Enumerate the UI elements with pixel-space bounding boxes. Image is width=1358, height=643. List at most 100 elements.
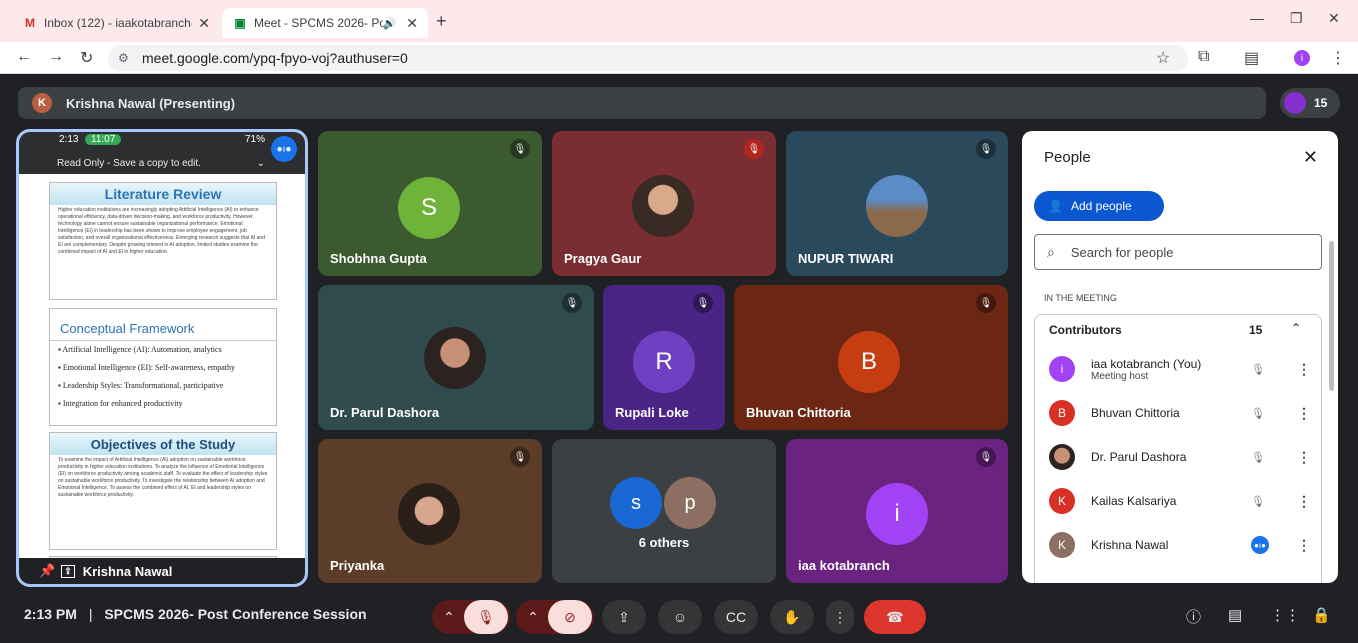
presenter-footer: 📌 ⇪ Krishna Nawal bbox=[19, 558, 305, 584]
add-person-icon: 👤 bbox=[1048, 199, 1063, 213]
others-tile[interactable]: s p 6 others bbox=[552, 439, 776, 583]
minimize-button[interactable]: — bbox=[1250, 10, 1264, 26]
avatar bbox=[398, 483, 460, 545]
participant-tile[interactable]: 🎙 Pragya Gaur bbox=[552, 131, 776, 276]
mic-control: ⌃ 🎙 bbox=[432, 600, 510, 634]
more-options-icon[interactable]: ⋮ bbox=[1297, 361, 1311, 378]
mic-off-icon[interactable]: 🎙 bbox=[1251, 363, 1265, 376]
avatar bbox=[632, 175, 694, 237]
more-options-icon[interactable]: ⋮ bbox=[1297, 405, 1311, 422]
mic-off-icon[interactable]: 🎙 bbox=[1251, 495, 1265, 508]
emoji-reaction-button[interactable]: ☺ bbox=[658, 600, 702, 634]
participant-row[interactable]: K Kailas Kalsariya 🎙 ⋮ bbox=[1049, 483, 1319, 519]
more-options-button[interactable]: ⋮ bbox=[826, 600, 854, 634]
close-icon[interactable]: ✕ bbox=[198, 15, 210, 32]
participant-tile[interactable]: B 🎙 Bhuvan Chittoria bbox=[734, 285, 1008, 430]
pin-icon[interactable]: 📌 bbox=[39, 563, 55, 579]
mic-toggle-button[interactable]: 🎙 bbox=[464, 600, 508, 634]
camera-options-chevron-icon[interactable]: ⌃ bbox=[518, 609, 548, 626]
url-field[interactable]: meet.google.com/ypq-fpyo-voj?authuser=0 bbox=[108, 45, 1188, 71]
meeting-title: SPCMS 2026- Post Conference Session bbox=[104, 606, 367, 622]
chat-icon[interactable]: ▤ bbox=[1228, 606, 1242, 624]
shared-screen[interactable]: 2:13 11:07 71% Read Only - Save a copy t… bbox=[16, 129, 308, 587]
mic-options-chevron-icon[interactable]: ⌃ bbox=[434, 609, 464, 626]
window-close-button[interactable]: ✕ bbox=[1328, 10, 1340, 27]
participant-name: NUPUR TIWARI bbox=[798, 251, 894, 266]
close-icon[interactable]: ✕ bbox=[406, 15, 418, 32]
section-label: IN THE MEETING bbox=[1044, 293, 1117, 303]
participant-name: Priyanka bbox=[330, 558, 385, 573]
bookmark-star-icon[interactable]: ☆ bbox=[1156, 48, 1170, 68]
reload-button[interactable]: ↻ bbox=[80, 48, 93, 68]
host-controls-icon[interactable]: 🔒 bbox=[1312, 606, 1331, 624]
participant-name: Kailas Kalsariya bbox=[1091, 494, 1177, 508]
participant-row[interactable]: i iaa kotabranch (You) Meeting host 🎙 ⋮ bbox=[1049, 347, 1319, 391]
add-people-button[interactable]: 👤 Add people bbox=[1034, 191, 1164, 221]
group-label: Contributors bbox=[1049, 323, 1122, 337]
camera-toggle-button[interactable]: ⊘ bbox=[548, 600, 592, 634]
participant-row[interactable]: K Krishna Nawal ●ı● ⋮ bbox=[1049, 527, 1319, 563]
presenter-label: Krishna Nawal (Presenting) bbox=[66, 95, 236, 111]
site-info-icon[interactable]: ⚙ bbox=[118, 51, 129, 65]
participant-tile[interactable]: 🎙 Priyanka bbox=[318, 439, 542, 583]
slide-bullet: ▪ Integration for enhanced productivity bbox=[58, 399, 183, 408]
group-count: 15 bbox=[1249, 323, 1263, 337]
reading-list-icon[interactable]: ▤ bbox=[1244, 48, 1259, 68]
participant-name: Krishna Nawal bbox=[1091, 538, 1169, 552]
participant-row[interactable]: Dr. Parul Dashora 🎙 ⋮ bbox=[1049, 439, 1319, 475]
tab-gmail[interactable]: M Inbox (122) - iaakotabranch@g ✕ bbox=[12, 8, 220, 38]
participant-row[interactable]: B Bhuvan Chittoria 🎙 ⋮ bbox=[1049, 395, 1319, 431]
chevron-up-icon[interactable]: ⌃ bbox=[1291, 321, 1301, 335]
add-people-label: Add people bbox=[1070, 199, 1132, 213]
avatar: R bbox=[633, 331, 695, 393]
mic-off-icon: 🎙 bbox=[510, 139, 530, 159]
slide-conceptual-framework: Conceptual Framework ▪ Artificial Intell… bbox=[49, 308, 277, 426]
contributors-group: Contributors 15 ⌃ i iaa kotabranch (You)… bbox=[1034, 314, 1322, 583]
speaker-icon: 🔊 bbox=[382, 17, 397, 30]
participant-tile[interactable]: 🎙 NUPUR TIWARI bbox=[786, 131, 1008, 276]
activities-icon[interactable]: ⋮⋮ bbox=[1270, 606, 1300, 624]
slide-body: To examine the impact of Artificial Inte… bbox=[58, 457, 268, 498]
meeting-info: 2:13 PM | SPCMS 2026- Post Conference Se… bbox=[24, 606, 367, 622]
mic-off-icon[interactable]: 🎙 bbox=[1251, 407, 1265, 420]
meet-area: K Krishna Nawal (Presenting) 15 2:13 11:… bbox=[0, 74, 1358, 643]
participant-tile[interactable]: R 🎙 Rupali Loke bbox=[603, 285, 725, 430]
people-panel: People ✕ 👤 Add people ⌕ Search for peopl… bbox=[1022, 131, 1338, 583]
slide-objectives: Objectives of the Study To examine the i… bbox=[49, 432, 277, 550]
camera-control: ⌃ ⊘ bbox=[516, 600, 594, 634]
search-people-input[interactable]: ⌕ Search for people bbox=[1034, 234, 1322, 270]
more-options-icon[interactable]: ⋮ bbox=[1297, 493, 1311, 510]
captions-button[interactable]: CC bbox=[714, 600, 758, 634]
avatar: p bbox=[664, 477, 716, 529]
new-tab-button[interactable]: + bbox=[436, 11, 447, 32]
mic-off-icon: 🎙 bbox=[693, 293, 713, 313]
restore-button[interactable]: ❐ bbox=[1290, 10, 1303, 27]
participants-avatars-icon bbox=[1284, 92, 1306, 114]
more-options-icon[interactable]: ⋮ bbox=[1297, 449, 1311, 466]
raise-hand-button[interactable]: ✋ bbox=[770, 600, 814, 634]
participant-count-button[interactable]: 15 bbox=[1280, 88, 1340, 118]
chevron-down-icon: ⌄ bbox=[256, 157, 265, 169]
tab-meet[interactable]: ▣ Meet - SPCMS 2026- Post C 🔊 ✕ bbox=[222, 8, 428, 38]
mic-off-icon: 🎙 bbox=[562, 293, 582, 313]
scrollbar[interactable] bbox=[1329, 241, 1334, 391]
forward-button[interactable]: → bbox=[48, 48, 64, 66]
participant-tile[interactable]: S 🎙 Shobhna Gupta bbox=[318, 131, 542, 276]
present-screen-button[interactable]: ⇪ bbox=[602, 600, 646, 634]
participant-name: iaa kotabranch (You) bbox=[1091, 356, 1202, 371]
close-icon[interactable]: ✕ bbox=[1303, 147, 1318, 168]
browser-menu-icon[interactable]: ⋮ bbox=[1330, 48, 1346, 68]
participant-tile[interactable]: 🎙 Dr. Parul Dashora bbox=[318, 285, 594, 430]
leave-call-button[interactable]: ☎ bbox=[864, 600, 926, 634]
mic-off-icon[interactable]: 🎙 bbox=[1251, 451, 1265, 464]
participant-count: 15 bbox=[1314, 96, 1328, 110]
more-options-icon[interactable]: ⋮ bbox=[1297, 537, 1311, 554]
meeting-details-icon[interactable]: ⓘ bbox=[1186, 606, 1201, 627]
others-label: 6 others bbox=[638, 535, 690, 550]
profile-avatar[interactable]: i bbox=[1294, 50, 1310, 66]
back-button[interactable]: ← bbox=[16, 48, 32, 66]
participant-tile[interactable]: i 🎙 iaa kotabranch bbox=[786, 439, 1008, 583]
divider: | bbox=[88, 606, 93, 622]
extensions-icon[interactable]: ⧉ bbox=[1198, 48, 1209, 66]
avatar bbox=[424, 327, 486, 389]
